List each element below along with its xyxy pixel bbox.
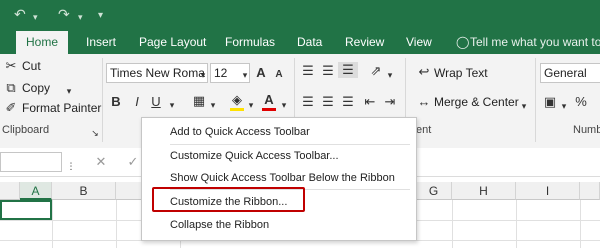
alignment-group-label: ent [416,124,432,136]
format-painter-icon[interactable]: ✐ [3,100,19,116]
column-header-i[interactable]: I [516,182,580,200]
ribbon-tabs: Home Insert Page Layout Formulas Data Re… [0,30,600,54]
merge-center-icon[interactable]: ↔ [416,94,432,110]
font-name-dropdown-icon[interactable]: ▾ [198,67,208,83]
merge-center-dropdown-icon[interactable]: ▾ [519,98,529,114]
tab-formulas[interactable]: Formulas [225,30,275,54]
column-header-a[interactable]: A [20,182,52,200]
column-header-next[interactable] [580,182,600,200]
accounting-dropdown-icon[interactable]: ▾ [559,98,569,114]
increase-indent-icon[interactable]: ⇥ [382,94,398,110]
qat-dropdown-icon[interactable]: ▾ [98,8,103,24]
redo-icon[interactable]: ↷ [58,6,70,22]
font-size-dropdown-icon[interactable]: ▾ [240,67,250,83]
name-box[interactable] [0,152,62,172]
cut-button[interactable]: Cut [22,59,41,73]
percent-button[interactable]: % [574,94,588,110]
tab-review[interactable]: Review [345,30,384,54]
scissors-icon[interactable]: ✂ [3,58,19,74]
highlight-box [152,187,305,212]
merge-center-button[interactable]: Merge & Center [434,95,519,109]
top-align-icon[interactable]: ☰ [300,63,316,79]
column-header-g[interactable]: G [416,182,452,200]
middle-align-icon[interactable]: ☰ [320,63,336,79]
active-cell-a1[interactable] [0,200,52,220]
accounting-format-icon[interactable]: ▣ [542,94,558,110]
undo-dropdown-icon[interactable]: ▾ [33,9,38,25]
orientation-dropdown-icon[interactable]: ▾ [385,67,395,83]
wrap-text-icon[interactable]: ↩ [416,64,432,80]
menu-item-collapse-ribbon[interactable]: Collapse the Ribbon [170,218,269,232]
confirm-entry-icon[interactable]: ✓ [126,154,140,170]
font-color-swatch [262,108,276,111]
group-divider [405,58,406,118]
clipboard-launcher-icon[interactable]: ↘ [90,125,100,141]
align-right-icon[interactable]: ☰ [340,94,356,110]
fill-color-swatch [230,108,244,111]
italic-button[interactable]: I [131,94,143,110]
underline-dropdown-icon[interactable]: ▾ [167,97,177,113]
align-left-icon[interactable]: ☰ [300,94,316,110]
format-painter-button[interactable]: Format Painter [22,101,101,115]
redo-dropdown-icon[interactable]: ▾ [78,9,83,25]
column-header-b[interactable]: B [52,182,116,200]
font-name-value: Times New Roma [110,66,205,80]
fill-color-icon[interactable]: ◈ [230,92,244,108]
font-name-select[interactable]: Times New Roma [106,63,208,83]
quick-access-toolbar: ↶ ▾ ↷ ▾ ▾ [0,0,600,30]
tab-page-layout[interactable]: Page Layout [139,30,206,54]
tab-insert[interactable]: Insert [86,30,116,54]
tab-data[interactable]: Data [297,30,322,54]
tab-view[interactable]: View [406,30,432,54]
ribbon-context-menu: Add to Quick Access Toolbar Customize Qu… [141,117,417,241]
clipboard-group-label: Clipboard [2,124,50,136]
tab-home[interactable]: Home [16,31,69,54]
font-color-icon[interactable]: A [262,92,276,108]
font-color-dropdown-icon[interactable]: ▾ [279,97,289,113]
copy-dropdown-icon[interactable]: ▾ [64,83,74,99]
menu-item-show-qat-below[interactable]: Show Quick Access Toolbar Below the Ribb… [170,171,395,185]
borders-icon[interactable]: ▦ [192,93,206,109]
bold-button[interactable]: B [110,94,122,110]
menu-separator [170,144,410,145]
formula-bar-splitter-icon[interactable]: ⋮ [66,158,76,174]
grow-font-icon[interactable]: A [254,65,268,81]
select-all-corner[interactable] [0,182,20,200]
menu-item-customize-qat[interactable]: Customize Quick Access Toolbar... [170,149,339,163]
orientation-icon[interactable]: ⇗ [368,63,384,79]
shrink-font-icon[interactable]: A [273,67,285,83]
underline-button[interactable]: U [150,94,162,110]
cancel-entry-icon[interactable]: ✕ [94,154,108,170]
number-format-value: General [544,66,587,80]
menu-item-add-to-qat[interactable]: Add to Quick Access Toolbar [170,125,310,139]
lightbulb-icon: ◯ [456,35,470,49]
decrease-indent-icon[interactable]: ⇤ [362,94,378,110]
group-divider [102,58,103,142]
fill-color-dropdown-icon[interactable]: ▾ [246,97,256,113]
undo-icon[interactable]: ↶ [14,6,26,22]
number-format-select[interactable]: General [540,63,600,83]
copy-button[interactable]: Copy [22,81,50,95]
copy-icon[interactable]: ⧉ [3,80,19,96]
group-divider [535,58,536,142]
column-header-h[interactable]: H [452,182,516,200]
tell-me-search[interactable]: ◯Tell me what you want to d [456,30,600,54]
align-center-icon[interactable]: ☰ [320,94,336,110]
number-group-label: Numb [573,124,600,136]
wrap-text-button[interactable]: Wrap Text [434,66,488,80]
bottom-align-icon[interactable]: ☰ [338,62,358,78]
tell-me-text: Tell me what you want to d [470,35,600,49]
borders-dropdown-icon[interactable]: ▾ [208,97,218,113]
font-size-value: 12 [214,66,228,80]
